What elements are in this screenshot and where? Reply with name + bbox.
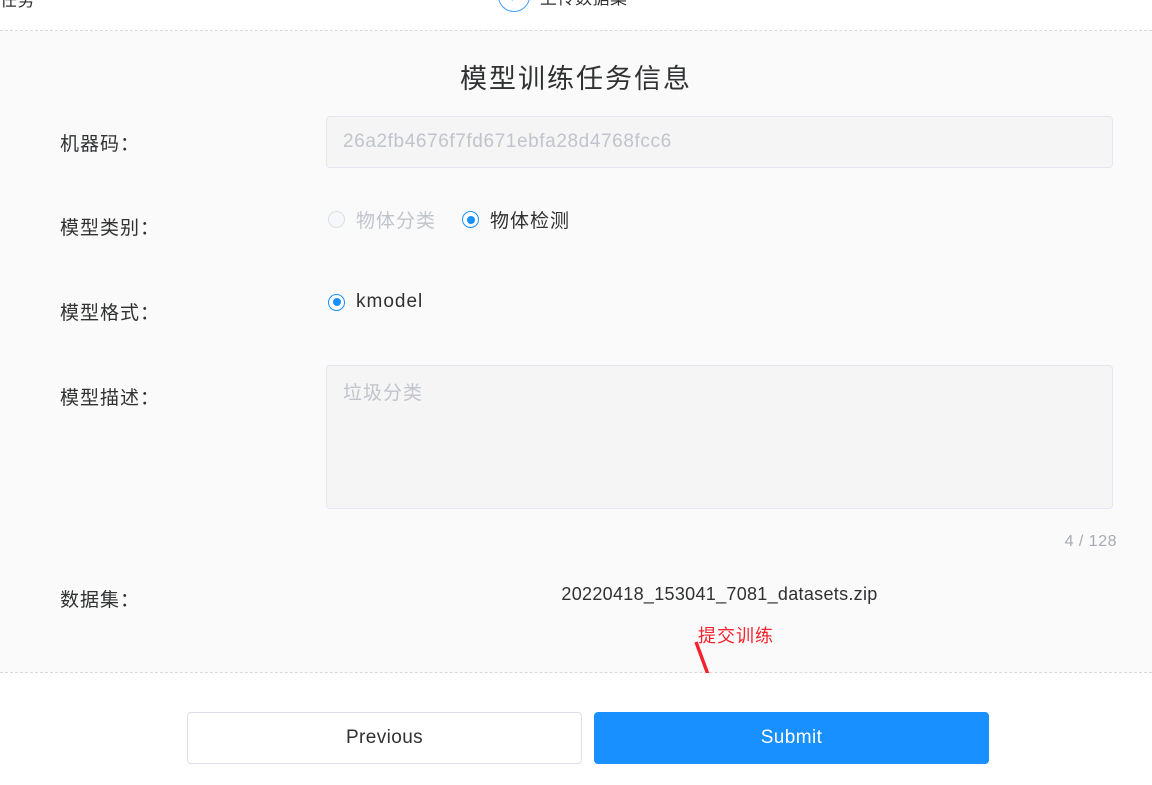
radio-option-label: 物体分类 [356,211,437,232]
radio-option-kmodel[interactable]: kmodel [328,291,423,313]
page-title: 模型训练任务信息 [460,64,692,94]
model-description-label: 模型描述： [60,388,161,409]
radio-option-object-detection[interactable]: 物体检测 [462,206,570,233]
radio-dot-icon[interactable] [328,293,345,311]
machine-code-label: 机器码： [60,134,141,155]
dataset-label: 数据集： [60,590,141,611]
radio-option-label: kmodel [356,291,424,312]
machine-code-input[interactable]: 26a2fb4676f7fd671ebfa28d4768fcc6 [326,116,1113,168]
dataset-filename: 20220418_153041_7081_datasets.zip [561,584,878,604]
check-icon [511,0,514,1]
model-format-label: 模型格式： [60,303,161,324]
submit-button[interactable]: Submit [594,712,989,764]
annotation-label: 提交训练 [698,626,774,646]
model-type-label: 模型类别： [60,218,161,239]
step-title: 上传数据集 [540,0,628,9]
step-status-circle [498,0,530,12]
model-format-radio-group[interactable]: kmodel [328,291,449,313]
previous-button[interactable]: Previous [187,712,582,764]
step-upload-dataset[interactable]: 上传数据集 [498,0,628,12]
model-type-radio-group[interactable]: 物体分类 物体检测 [328,206,596,233]
steps-left-label: 任务 [0,0,35,10]
radio-option-object-classification[interactable]: 物体分类 [328,206,436,233]
model-description-textarea[interactable]: 垃圾分类 [326,365,1113,509]
radio-dot-icon[interactable] [462,211,480,228]
radio-dot-icon[interactable] [328,211,345,228]
radio-option-label: 物体检测 [490,211,571,232]
character-counter: 4 / 128 [1064,533,1117,550]
form-panel: 模型训练任务信息 机器码： 26a2fb4676f7fd671ebfa28d47… [0,31,1152,672]
steps-bar: 任务 上传数据集 [0,0,1152,30]
footer-actions: Previous Submit [0,673,1152,785]
